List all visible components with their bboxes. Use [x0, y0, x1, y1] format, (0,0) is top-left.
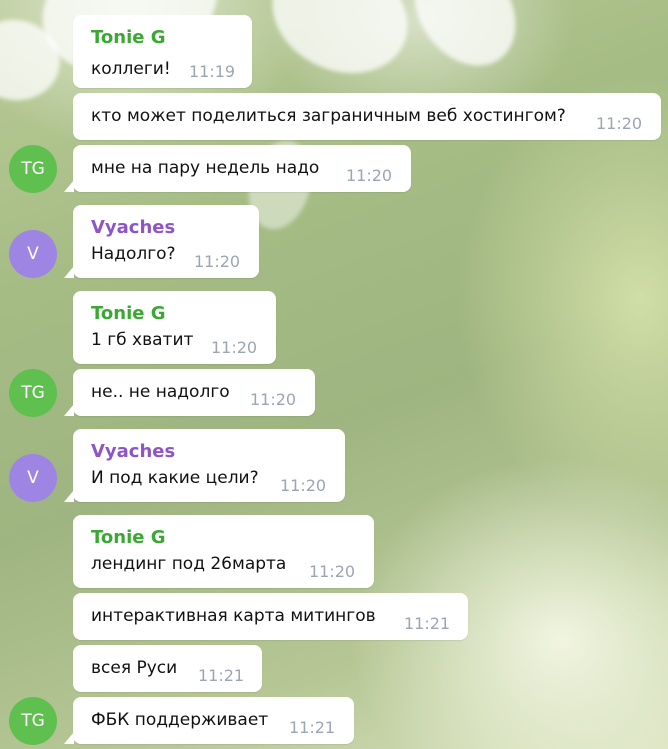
message-time: 11:21	[198, 666, 245, 685]
message-time: 11:20	[250, 390, 297, 409]
message-bubble[interactable]: Tonie G коллеги! 11:19	[73, 15, 252, 88]
message-bubble[interactable]: Vyaches И под какие цели? 11:20	[64, 429, 345, 502]
message-time: 11:20	[280, 476, 327, 495]
message-time: 11:20	[194, 252, 241, 271]
message-time: 11:20	[596, 114, 643, 133]
message-bubble[interactable]: Vyaches Надолго? 11:20	[64, 205, 259, 278]
sender-name[interactable]: Tonie G	[91, 303, 166, 324]
message-text: 1 гб хватит	[91, 330, 194, 350]
message-time: 11:20	[211, 338, 258, 357]
message-bubble[interactable]: всея Руси 11:21	[73, 645, 262, 692]
message-time: 11:20	[309, 562, 356, 581]
sender-name[interactable]: Tonie G	[91, 527, 166, 548]
sender-name[interactable]: Tonie G	[91, 27, 166, 48]
avatar[interactable]: TG	[9, 369, 57, 417]
message-text: лендинг под 26марта	[91, 554, 287, 574]
message-text: интерактивная карта митингов	[91, 606, 376, 626]
avatar[interactable]: TG	[9, 697, 57, 745]
message-time: 11:21	[289, 718, 336, 737]
message-bubble[interactable]: не.. не надолго 11:20	[64, 369, 315, 416]
message-bubble[interactable]: ФБК поддерживает 11:21	[64, 697, 354, 744]
message-time: 11:19	[189, 62, 236, 81]
avatar[interactable]: TG	[9, 145, 57, 193]
message-bubble[interactable]: мне на пару недель надо 11:20	[64, 145, 411, 192]
message-time: 11:20	[346, 166, 393, 185]
sender-name[interactable]: Vyaches	[91, 217, 175, 238]
message-time: 11:21	[404, 614, 451, 633]
message-text: коллеги!	[91, 59, 171, 79]
sender-name[interactable]: Vyaches	[91, 441, 175, 462]
message-bubble[interactable]: интерактивная карта митингов 11:21	[73, 593, 468, 640]
message-text: Надолго?	[91, 244, 176, 264]
message-text: ФБК поддерживает	[91, 710, 269, 730]
message-text: мне на пару недель надо	[91, 158, 320, 178]
message-bubble[interactable]: кто может поделиться заграничным веб хос…	[73, 93, 661, 140]
message-bubble[interactable]: Tonie G 1 гб хватит 11:20	[73, 291, 276, 364]
chat-area: Tonie G коллеги! 11:19 кто может поделит…	[0, 0, 668, 749]
background-petal	[253, 0, 427, 95]
background-petal	[393, 0, 537, 85]
message-text: всея Руси	[91, 658, 178, 678]
avatar[interactable]: V	[9, 454, 57, 502]
message-text: кто может поделиться заграничным веб хос…	[91, 106, 566, 126]
message-bubble[interactable]: Tonie G лендинг под 26марта 11:20	[73, 515, 374, 588]
message-text: И под какие цели?	[91, 468, 259, 488]
avatar[interactable]: V	[9, 230, 57, 278]
message-text: не.. не надолго	[91, 382, 230, 402]
